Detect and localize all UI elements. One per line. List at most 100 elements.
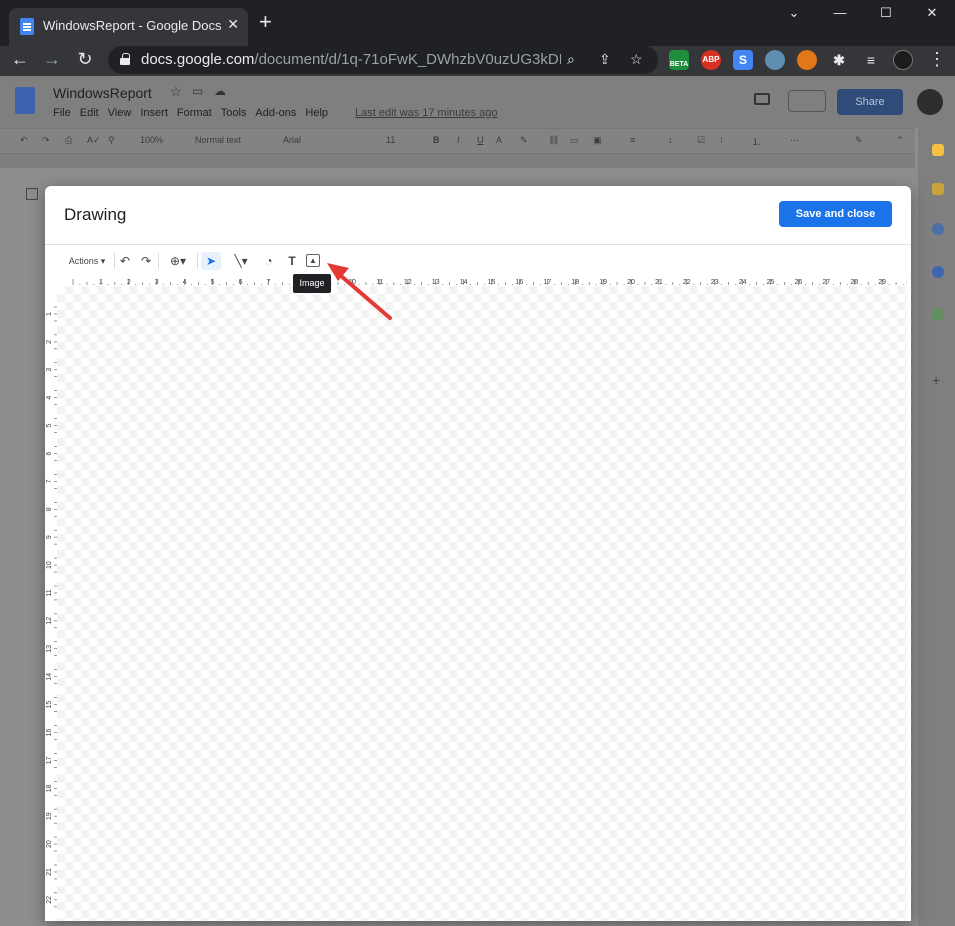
ruler-label: 27 xyxy=(822,279,830,286)
forward-button[interactable]: → xyxy=(40,49,64,70)
new-tab-button[interactable]: + xyxy=(259,11,272,33)
line-tool-icon[interactable]: ╲▾ xyxy=(227,252,255,270)
move-folder-icon[interactable]: ▭ xyxy=(192,84,203,98)
outline-icon[interactable] xyxy=(26,188,38,200)
ruler-label: 13 xyxy=(46,645,53,653)
zoom-select[interactable]: 100% xyxy=(140,135,163,145)
checklist-icon[interactable]: ☑ xyxy=(697,135,705,146)
image-tool-icon[interactable]: ▲ xyxy=(306,254,320,267)
cloud-status-icon[interactable]: ☁ xyxy=(214,84,226,98)
beta-extension-icon[interactable]: BETA xyxy=(669,50,689,70)
menu-insert[interactable]: Insert xyxy=(140,107,168,119)
select-tool-icon[interactable]: ➤ xyxy=(201,252,221,270)
redo-icon[interactable]: ↷ xyxy=(42,135,50,146)
close-window-button[interactable]: ✕ xyxy=(909,0,955,28)
docs-logo-icon[interactable] xyxy=(15,87,35,114)
align-icon[interactable]: ≡ xyxy=(630,135,635,145)
redo-icon[interactable]: ↷ xyxy=(139,252,153,270)
tasks-icon[interactable] xyxy=(932,223,944,235)
style-select[interactable]: Normal text xyxy=(195,135,241,145)
s-extension-icon[interactable]: S xyxy=(733,50,753,70)
link-icon[interactable]: ⛓ xyxy=(548,135,559,146)
reload-button[interactable]: ↻ xyxy=(73,49,97,70)
menu-view[interactable]: View xyxy=(108,107,132,119)
menu-format[interactable]: Format xyxy=(177,107,212,119)
share-page-icon[interactable]: ⇪ xyxy=(599,51,611,68)
tab-search-button[interactable]: ⌄ xyxy=(771,0,817,28)
drawing-canvas[interactable] xyxy=(57,286,907,921)
address-bar[interactable]: docs.google.com/document/d/1q-71oFwK_DWh… xyxy=(108,46,658,74)
metamask-icon[interactable] xyxy=(797,50,817,70)
share-button[interactable]: Share xyxy=(837,89,903,115)
italic-button[interactable]: I xyxy=(457,135,460,145)
ruler-label: 9 xyxy=(46,535,53,539)
text-color-button[interactable]: A xyxy=(496,135,502,145)
url-text[interactable]: docs.google.com/document/d/1q-71oFwK_DWh… xyxy=(141,51,561,68)
document-title[interactable]: WindowsReport xyxy=(53,85,152,101)
ruler-label: 10 xyxy=(46,561,53,569)
menu-addons[interactable]: Add-ons xyxy=(255,107,296,119)
ruler-label: 20 xyxy=(46,840,53,848)
puzzle-icon[interactable]: ✱ xyxy=(829,50,849,70)
tab-close-icon[interactable]: ✕ xyxy=(227,16,239,33)
zoom-icon[interactable]: ⊕▾ xyxy=(166,252,190,270)
lock-icon[interactable] xyxy=(120,53,130,65)
line-spacing-icon[interactable]: ↕ xyxy=(668,135,673,145)
adblock-plus-icon[interactable]: ABP xyxy=(701,50,721,70)
browser-tab[interactable]: WindowsReport - Google Docs ✕ xyxy=(9,8,248,46)
add-addon-icon[interactable]: + xyxy=(932,372,940,388)
comment-icon[interactable]: ▭ xyxy=(570,135,579,146)
account-avatar[interactable] xyxy=(917,89,943,115)
menu-tools[interactable]: Tools xyxy=(221,107,247,119)
maps-icon[interactable] xyxy=(932,308,944,320)
text-box-tool-icon[interactable]: T xyxy=(284,252,300,270)
numbered-list-icon[interactable]: ⒈ xyxy=(752,135,761,148)
editing-mode-icon[interactable]: ✎ xyxy=(855,135,863,146)
insert-image-icon[interactable]: ▣ xyxy=(593,135,602,146)
minimize-button[interactable]: — xyxy=(817,0,863,28)
playlist-icon[interactable]: ≡ xyxy=(861,50,881,70)
ruler-label: 1 xyxy=(46,312,53,316)
calendar-icon[interactable] xyxy=(932,144,944,156)
star-icon[interactable]: ☆ xyxy=(170,84,182,100)
highlight-icon[interactable]: ✎ xyxy=(520,135,528,146)
ruler-label: 6 xyxy=(238,279,242,286)
font-select[interactable]: Arial xyxy=(283,135,301,145)
maximize-button[interactable]: ☐ xyxy=(863,0,909,28)
keep-icon[interactable] xyxy=(932,183,944,195)
ruler-label: 12 xyxy=(46,617,53,625)
ruler-label: 2 xyxy=(46,340,53,344)
menu-edit[interactable]: Edit xyxy=(80,107,99,119)
bullet-list-icon[interactable]: ⁝ xyxy=(720,135,723,146)
more-icon[interactable]: ⋯ xyxy=(790,135,799,146)
present-button[interactable] xyxy=(788,90,826,112)
bookmark-star-icon[interactable]: ☆ xyxy=(630,51,643,68)
ruler-label: 28 xyxy=(850,279,858,286)
chrome-menu-icon[interactable]: ⋮ xyxy=(925,49,949,70)
spellcheck-icon[interactable]: A✓ xyxy=(87,135,101,146)
underline-button[interactable]: U xyxy=(477,135,484,145)
actions-menu-button[interactable]: Actions ▾ xyxy=(65,252,109,270)
bot-extension-icon[interactable] xyxy=(765,50,785,70)
shape-tool-icon[interactable]: ◔ xyxy=(260,252,278,270)
bold-button[interactable]: B xyxy=(433,135,440,145)
menu-file[interactable]: File xyxy=(53,107,71,119)
ruler-label: 2 xyxy=(127,279,131,286)
paint-format-icon[interactable]: ⚲ xyxy=(108,135,115,146)
ruler-label: 15 xyxy=(488,279,496,286)
save-and-close-button[interactable]: Save and close xyxy=(779,201,892,227)
ruler-label: 17 xyxy=(46,756,53,764)
ruler-label: 19 xyxy=(599,279,607,286)
undo-icon[interactable]: ↶ xyxy=(20,135,28,146)
menu-help[interactable]: Help xyxy=(305,107,328,119)
comments-icon[interactable] xyxy=(754,93,770,105)
collapse-icon[interactable]: ⌃ xyxy=(896,135,904,146)
last-edit-link[interactable]: Last edit was 17 minutes ago xyxy=(355,107,497,119)
back-button[interactable]: ← xyxy=(8,49,32,70)
font-size-input[interactable]: 11 xyxy=(386,135,395,145)
profile-avatar[interactable] xyxy=(893,50,913,70)
contacts-icon[interactable] xyxy=(932,266,944,278)
print-icon[interactable]: ⎙ xyxy=(65,135,72,146)
undo-icon[interactable]: ↶ xyxy=(118,252,132,270)
search-icon[interactable]: ⌕ xyxy=(567,51,575,68)
